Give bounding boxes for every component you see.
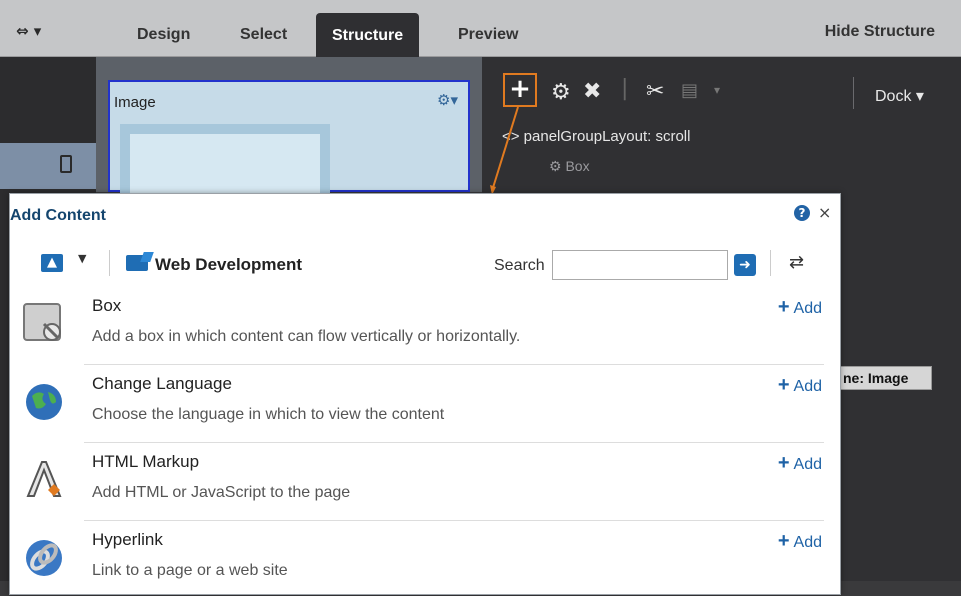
globe-icon (26, 384, 62, 420)
toolbar-separator (109, 250, 110, 276)
item-divider (84, 364, 824, 365)
add-button-label: Add (793, 378, 822, 395)
add-button[interactable]: + Add (778, 374, 822, 397)
hide-structure-button[interactable]: Hide Structure (825, 23, 935, 41)
tab-select[interactable]: Select (240, 26, 287, 44)
item-divider (84, 442, 824, 443)
toolbar-separator (770, 250, 771, 276)
list-item: Change Language Choose the language in w… (10, 364, 840, 440)
properties-icon[interactable]: ⚙ (551, 80, 571, 105)
tree-node-box[interactable]: ⚙ Box (549, 158, 590, 175)
tab-structure[interactable]: Structure (316, 13, 420, 57)
box-icon: ⚙ (549, 158, 566, 174)
image-component[interactable]: Image ⚙▾ (108, 80, 470, 194)
item-name: Box (92, 296, 122, 315)
toolbar-separator: | (621, 76, 629, 101)
link-globe-icon (26, 540, 62, 576)
list-item: Hyperlink Link to a page or a web site +… (10, 520, 840, 596)
search-label: Search (494, 257, 545, 274)
dock-menu[interactable]: Dock ▾ (875, 86, 924, 106)
component-name-chip: ne: Image (838, 366, 932, 390)
item-divider (84, 520, 824, 521)
plus-icon: + (777, 296, 790, 318)
close-icon[interactable]: × (818, 203, 831, 222)
add-button[interactable]: + Add (778, 452, 822, 475)
delete-icon[interactable]: ✖ (583, 79, 601, 104)
image-placeholder (120, 124, 330, 194)
app-menu-icon[interactable]: ⇔ ▾ (16, 22, 41, 40)
help-icon[interactable]: ? (794, 205, 810, 221)
search-input[interactable] (552, 250, 728, 280)
add-content-button[interactable]: + (503, 73, 537, 107)
dock-label: Dock (875, 88, 912, 105)
add-content-dialog: Add Content ? × ▲ ▼ Web Development Sear… (9, 193, 841, 595)
plus-icon: + (777, 374, 790, 396)
breadcrumb[interactable]: Web Development (155, 255, 302, 275)
add-button-label: Add (793, 456, 822, 473)
gear-icon[interactable]: ⚙▾ (437, 91, 458, 109)
html-markup-icon (26, 461, 62, 497)
item-description: Add HTML or JavaScript to the page (92, 484, 351, 501)
search-go-button[interactable]: ➜ (734, 254, 756, 276)
tab-design[interactable]: Design (137, 26, 190, 44)
tree-node-box-label: Box (565, 158, 590, 174)
cut-icon[interactable]: ✂ (646, 79, 664, 104)
folder-icon (126, 255, 148, 271)
folder-up-icon[interactable]: ▲ (41, 254, 63, 272)
tab-preview[interactable]: Preview (458, 26, 518, 44)
toolbar-separator (853, 77, 854, 109)
add-button-label: Add (793, 534, 822, 551)
item-description: Link to a page or a web site (92, 562, 288, 579)
top-toolbar: ⇔ ▾ Design Select Structure Preview Hide… (0, 0, 961, 57)
image-label: Image (114, 94, 156, 111)
item-description: Add a box in which content can flow vert… (92, 328, 521, 345)
list-item: Box Add a box in which content can flow … (10, 286, 840, 362)
list-item: HTML Markup Add HTML or JavaScript to th… (10, 442, 840, 518)
chevron-down-icon[interactable]: ▼ (78, 252, 86, 265)
add-button[interactable]: + Add (778, 530, 822, 553)
item-name: Change Language (92, 374, 232, 393)
item-name: Hyperlink (92, 530, 163, 549)
add-button[interactable]: + Add (778, 296, 822, 319)
add-button-label: Add (793, 300, 822, 317)
device-icon[interactable] (60, 155, 72, 173)
item-name: HTML Markup (92, 452, 200, 471)
wrench-icon (23, 303, 61, 341)
tree-node-panelgrouplayout[interactable]: <> panelGroupLayout: scroll (502, 128, 690, 145)
dialog-title: Add Content (10, 207, 106, 224)
more-dropdown-icon[interactable]: ▾ (714, 83, 720, 97)
plus-icon: + (777, 530, 790, 552)
device-bar (0, 143, 96, 189)
item-description: Choose the language in which to view the… (92, 406, 445, 423)
refresh-icon[interactable]: ⇄ (789, 252, 804, 273)
plus-icon: + (777, 452, 790, 474)
copy-icon[interactable]: ▤ (681, 80, 698, 101)
